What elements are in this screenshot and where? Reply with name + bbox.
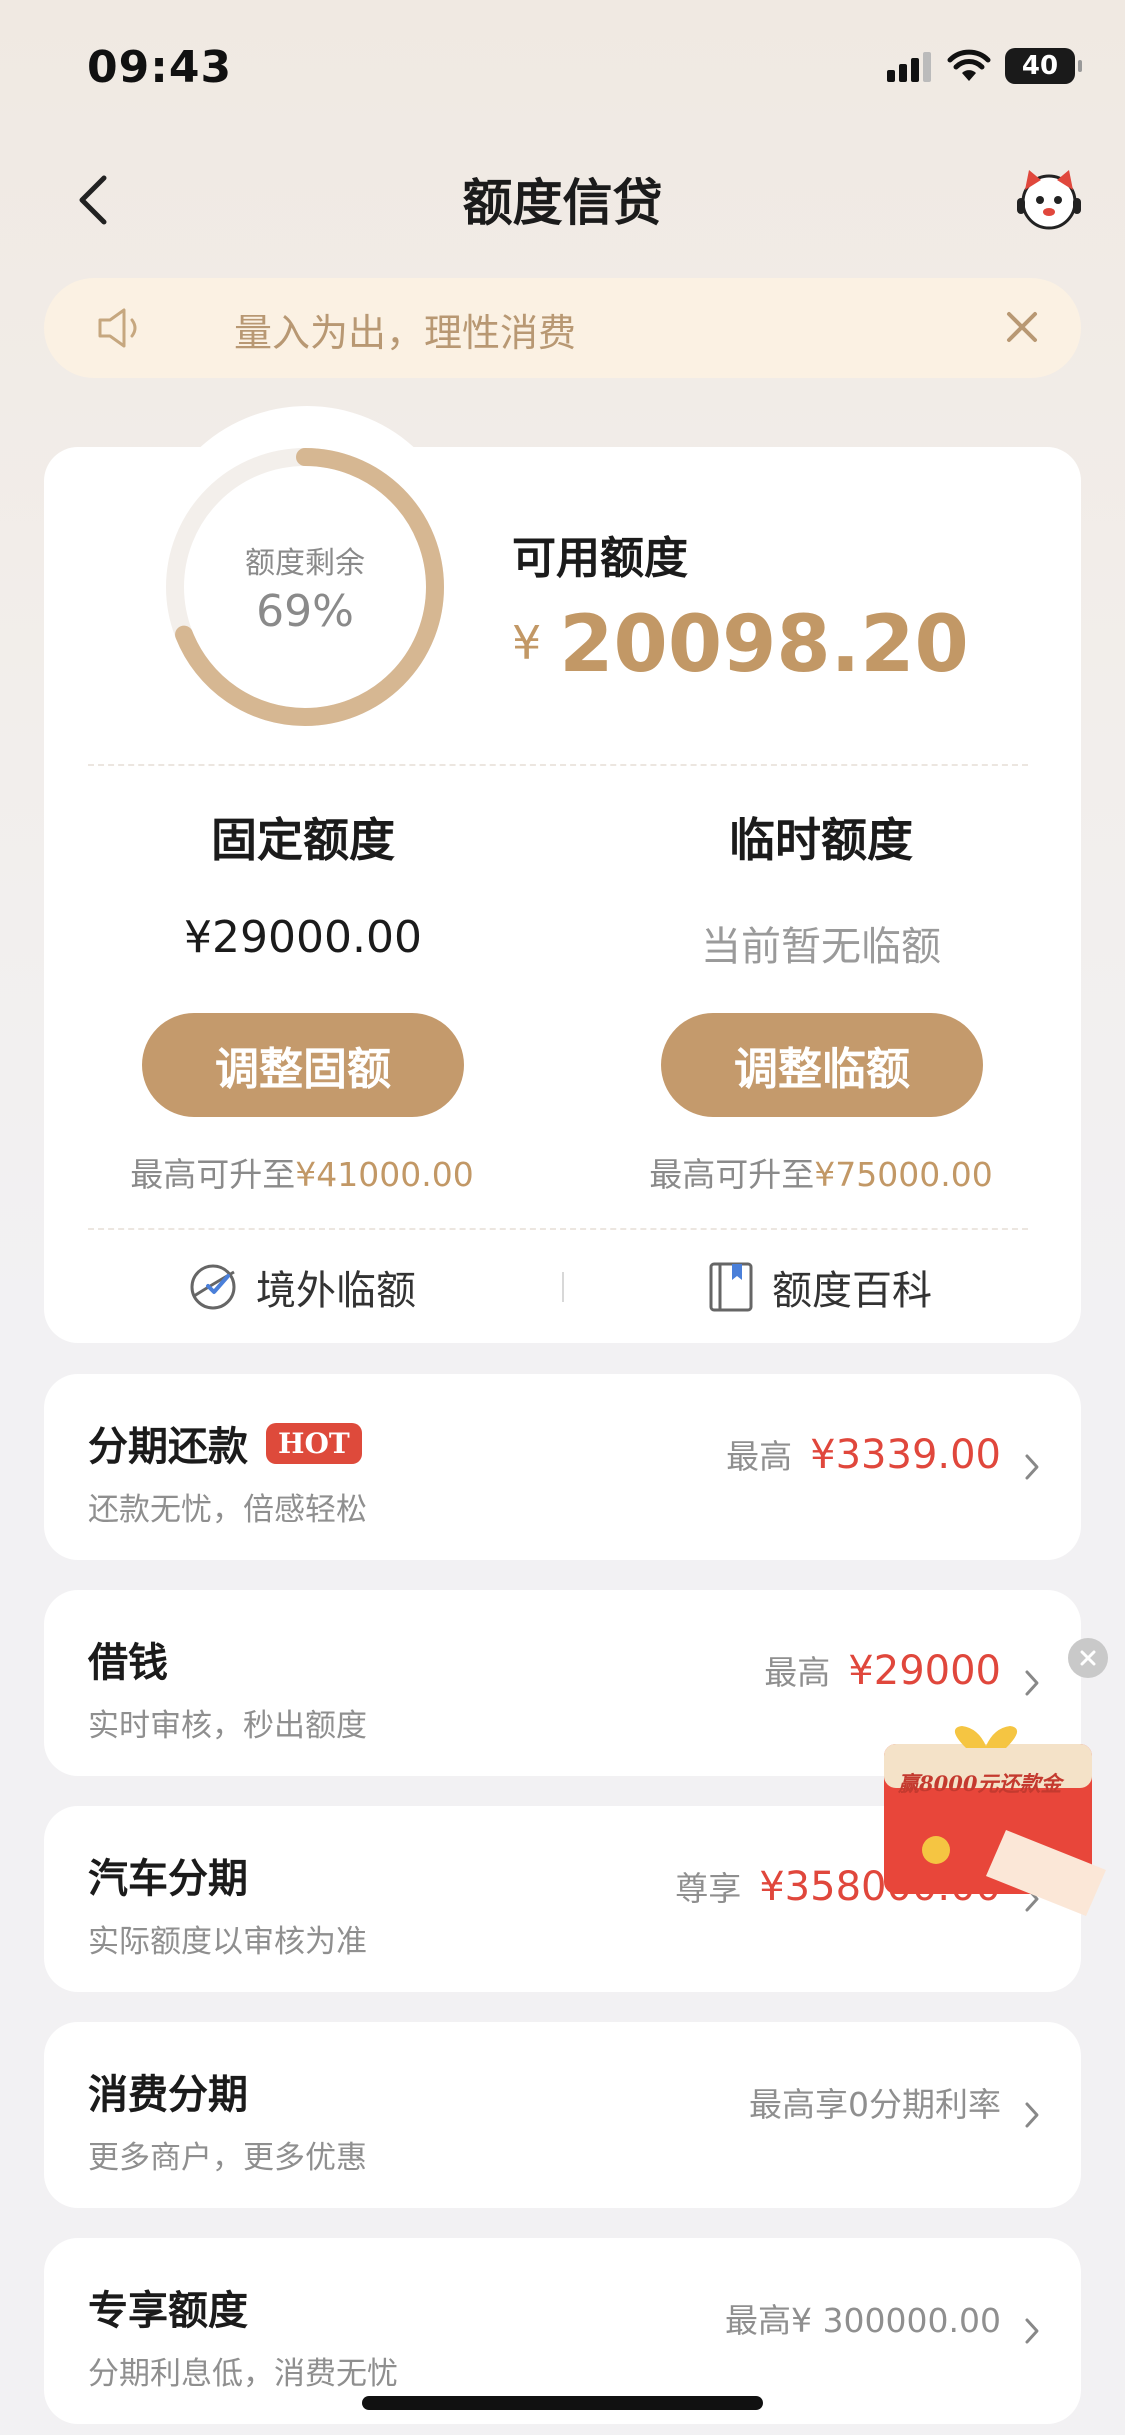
fixed-quota-title: 固定额度: [211, 813, 395, 867]
row-title: 借钱: [88, 1630, 168, 1688]
row-value: 最高享0分期利率: [749, 2078, 1001, 2126]
row-subtitle: 实时审核，秒出额度: [88, 1708, 367, 1744]
row-prefix: 最高: [726, 1437, 793, 1476]
row-subtitle: 分期利息低，消费无忧: [88, 2356, 398, 2392]
currency-symbol: ¥: [512, 616, 542, 670]
fixed-max-note: 最高可升至¥41000.00: [92, 1148, 512, 1196]
row-title: 分期还款 HOT: [88, 1414, 362, 1472]
available-quota-label: 可用额度: [512, 533, 688, 584]
available-quota-amount: ¥20098.20: [512, 600, 969, 690]
notice-bar: 量入为出，理性消费: [44, 278, 1081, 378]
page-title: 额度信贷: [462, 174, 663, 232]
wifi-icon: [947, 49, 991, 81]
row-amount: ¥29000: [848, 1648, 1001, 1694]
chevron-right-icon: [1025, 1670, 1039, 1696]
promo-close-button[interactable]: [1068, 1638, 1108, 1678]
temp-note-prefix: 最高可升至: [649, 1155, 815, 1194]
gauge-percent: 69%: [256, 586, 354, 637]
row-title-text: 消费分期: [88, 2072, 248, 2118]
fixed-note-amount: ¥41000.00: [295, 1155, 474, 1194]
overseas-label: 境外临额: [256, 1268, 416, 1314]
overseas-temp-quota-link[interactable]: 境外临额: [186, 1258, 416, 1316]
consumer-installment-row[interactable]: 消费分期 更多商户，更多优惠 最高享0分期利率: [44, 2022, 1081, 2208]
row-title: 专享额度: [88, 2278, 248, 2336]
adjust-fixed-button[interactable]: 调整固额: [142, 1013, 464, 1117]
speaker-icon: [98, 308, 137, 348]
temp-quota-title: 临时额度: [729, 813, 913, 867]
row-title-text: 分期还款: [88, 1424, 248, 1470]
row-text: 最高享0分期利率: [749, 2085, 1001, 2124]
divider: [88, 764, 1028, 766]
temp-max-note: 最高可升至¥75000.00: [611, 1148, 1031, 1196]
row-subtitle: 更多商户，更多优惠: [88, 2140, 367, 2176]
close-icon[interactable]: [997, 302, 1047, 352]
globe-check-icon: [190, 1264, 236, 1310]
customer-service-mascot-icon[interactable]: [1011, 160, 1087, 236]
row-prefix: 最高: [764, 1653, 831, 1692]
status-icons: 40: [887, 48, 1082, 84]
installment-repay-row[interactable]: 分期还款 HOT 还款无忧，倍感轻松 最高 ¥3339.00: [44, 1374, 1081, 1560]
temp-quota-value: 当前暂无临额: [701, 924, 941, 970]
cellular-signal-icon: [887, 52, 931, 82]
available-amount: 20098.20: [559, 600, 969, 690]
divider: [88, 1228, 1028, 1230]
row-value: 最高 ¥3339.00: [726, 1430, 1001, 1478]
row-subtitle: 还款无忧，倍感轻松: [88, 1492, 367, 1528]
row-title: 汽车分期: [88, 1846, 248, 1904]
row-title-text: 专享额度: [88, 2288, 248, 2334]
row-prefix: 尊享: [675, 1869, 742, 1908]
row-title-text: 借钱: [88, 1640, 168, 1686]
row-title: 消费分期: [88, 2062, 248, 2120]
repayment-bonus-promo[interactable]: 赢8000元还款金: [866, 1720, 1120, 1920]
chevron-right-icon: [1025, 2102, 1039, 2128]
close-icon: [1080, 1650, 1096, 1666]
status-time: 09:43: [87, 42, 233, 93]
wiki-label: 额度百科: [772, 1268, 932, 1314]
hot-badge: HOT: [266, 1422, 362, 1464]
notice-text: 量入为出，理性消费: [234, 311, 577, 355]
battery-icon: 40: [1005, 48, 1082, 84]
divider: [562, 1272, 564, 1302]
row-value: 最高¥ 300000.00: [725, 2294, 1001, 2342]
row-title-text: 汽车分期: [88, 1856, 248, 1902]
chevron-right-icon: [1025, 2318, 1039, 2344]
page: 09:43 40 额度信贷 量入为出，理性消费 额度剩余 69% 可用额度 ¥ …: [0, 0, 1125, 2435]
fixed-note-prefix: 最高可升至: [130, 1155, 296, 1194]
promo-text: 赢8000元还款金: [898, 1771, 1062, 1796]
temp-note-amount: ¥75000.00: [814, 1155, 993, 1194]
chevron-right-icon: [1025, 1454, 1039, 1480]
gauge-label: 额度剩余: [245, 546, 365, 581]
quota-wiki-link[interactable]: 额度百科: [706, 1258, 932, 1316]
home-indicator: [362, 2396, 763, 2410]
row-text: 最高¥ 300000.00: [725, 2301, 1001, 2340]
row-value: 最高 ¥29000: [764, 1646, 1001, 1694]
row-amount: ¥3339.00: [810, 1432, 1001, 1478]
fixed-quota-value: ¥29000.00: [184, 912, 422, 963]
red-envelope-gift-icon: [884, 1726, 1106, 1916]
row-subtitle: 实际额度以审核为准: [88, 1924, 367, 1960]
adjust-temp-button[interactable]: 调整临额: [661, 1013, 983, 1117]
book-icon: [709, 1262, 753, 1312]
